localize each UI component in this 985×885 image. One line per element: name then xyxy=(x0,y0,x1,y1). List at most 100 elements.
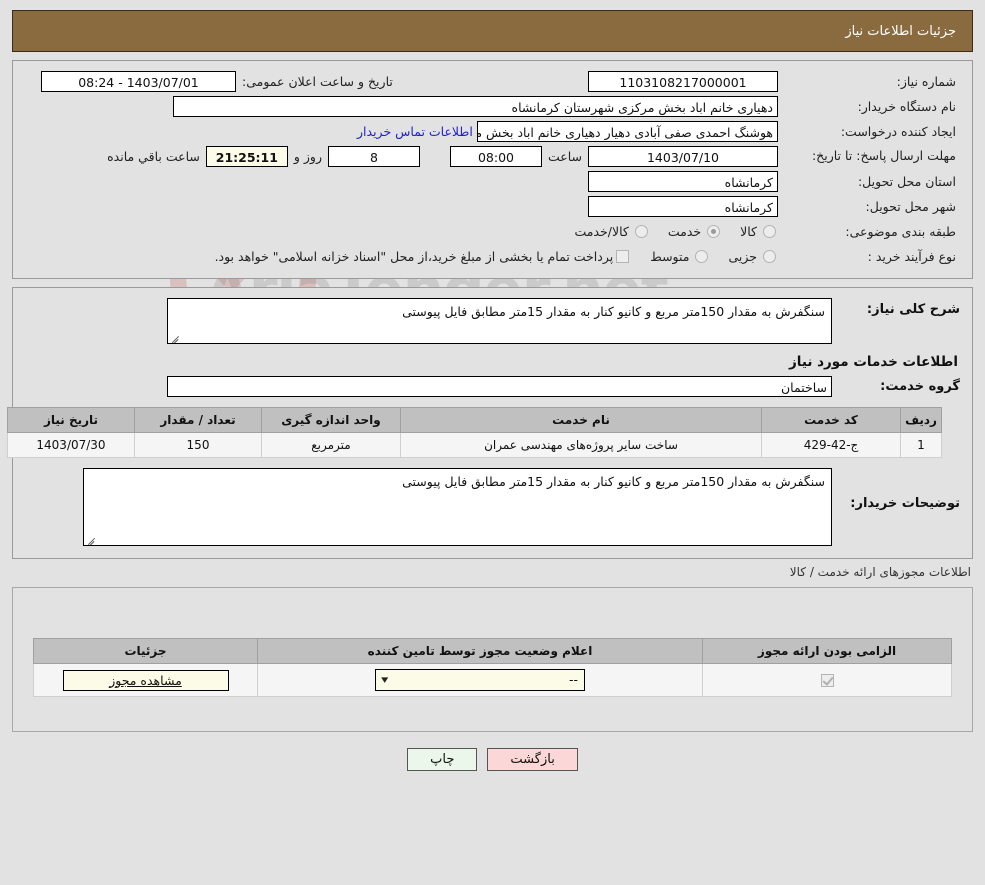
table-row: ▾ -- مشاهده مجوز xyxy=(34,664,952,697)
view-permit-button[interactable]: مشاهده مجوز xyxy=(63,670,229,691)
footer-actions: بازگشت چاپ xyxy=(0,748,985,771)
city-value: کرمانشاه xyxy=(588,196,778,217)
radio-kala-khedmat-icon[interactable] xyxy=(635,225,648,238)
col-unit: واحد اندازه گیری xyxy=(262,408,401,433)
page-title-bar: جزئیات اطلاعات نیاز xyxy=(12,10,973,52)
col-name: نام خدمت xyxy=(401,408,762,433)
cell-permit-required xyxy=(703,664,952,697)
buyer-org-label: نام دستگاه خریدار: xyxy=(778,99,962,114)
deadline-time-label: ساعت xyxy=(542,149,588,164)
buyer-notes-label: توضیحات خریدار: xyxy=(832,468,960,511)
permits-table: الزامی بودن ارائه مجوز اعلام وضعیت مجوز … xyxy=(33,638,952,697)
need-summary-panel: شماره نیاز: 1103108217000001 تاریخ و ساع… xyxy=(12,60,973,279)
general-desc-textarea[interactable]: سنگفرش به مقدار 150متر مربع و کانیو کنار… xyxy=(167,298,832,344)
province-label: استان محل تحویل: xyxy=(778,174,962,189)
radio-kala-icon[interactable] xyxy=(763,225,776,238)
permit-status-value: -- xyxy=(569,669,578,691)
row-need-number: شماره نیاز: 1103108217000001 تاریخ و ساع… xyxy=(23,70,962,92)
cell-code: ج-42-429 xyxy=(762,433,901,458)
cell-permit-details: مشاهده مجوز xyxy=(34,664,258,697)
category-option-kala-khedmat[interactable]: کالا/خدمت xyxy=(556,224,649,239)
process-option-motavaset-label: متوسط xyxy=(632,249,689,264)
row-creator: ایجاد کننده درخواست: هوشنگ احمدی صفی آبا… xyxy=(23,120,962,142)
cell-unit: مترمربع xyxy=(262,433,401,458)
islamic-treasury-checkbox[interactable] xyxy=(616,250,629,263)
creator-label: ایجاد کننده درخواست: xyxy=(778,124,962,139)
permits-caption: اطلاعات مجوزهای ارائه خدمت / کالا xyxy=(14,565,971,579)
row-deadline: مهلت ارسال پاسخ: تا تاریخ: 1403/07/10 سا… xyxy=(23,145,962,167)
resize-grip-icon-2[interactable] xyxy=(86,534,96,544)
process-option-motavaset[interactable]: متوسط xyxy=(632,249,710,264)
row-city: شهر محل تحویل: کرمانشاه xyxy=(23,195,962,217)
permit-status-select[interactable]: ▾ -- xyxy=(375,669,585,691)
remaining-days-value: 8 xyxy=(328,146,420,167)
col-permit-status: اعلام وضعیت مجوز توسط تامین کننده xyxy=(258,639,703,664)
permit-required-checkbox xyxy=(821,674,834,687)
row-category: طبقه بندی موضوعی: کالا خدمت کالا/خدمت xyxy=(23,220,962,242)
islamic-treasury-note: پرداخت تمام یا بخشی از مبلغ خرید،از محل … xyxy=(215,249,614,264)
row-buyer-notes: توضیحات خریدار: سنگفرش به مقدار 150متر م… xyxy=(25,468,960,546)
page-title: جزئیات اطلاعات نیاز xyxy=(845,24,956,39)
resize-grip-icon[interactable] xyxy=(170,332,180,342)
announce-value: 1403/07/01 - 08:24 xyxy=(41,71,236,92)
category-option-kala[interactable]: کالا xyxy=(722,224,778,239)
services-table: ردیف کد خدمت نام خدمت واحد اندازه گیری ت… xyxy=(7,407,942,458)
table-row: 1 ج-42-429 ساخت سایر پروژه‌های مهندسی عم… xyxy=(8,433,942,458)
category-label: طبقه بندی موضوعی: xyxy=(778,224,962,239)
remaining-time-label: ساعت باقي مانده xyxy=(101,149,206,164)
col-row: ردیف xyxy=(901,408,942,433)
print-button[interactable]: چاپ xyxy=(407,748,477,771)
service-group-value: ساختمان xyxy=(167,376,832,397)
row-process-type: نوع فرآیند خرید : جزیی متوسط پرداخت تمام… xyxy=(23,245,962,267)
radio-jozei-icon[interactable] xyxy=(763,250,776,263)
creator-value: هوشنگ احمدی صفی آبادی دهیار دهیاری خانم … xyxy=(477,121,778,142)
remaining-time-value: 21:25:11 xyxy=(206,146,288,167)
category-option-kala-khedmat-label: کالا/خدمت xyxy=(556,224,628,239)
col-qty: تعداد / مقدار xyxy=(135,408,262,433)
radio-motavaset-icon[interactable] xyxy=(695,250,708,263)
process-option-jozei-label: جزیی xyxy=(710,249,757,264)
col-date: تاریخ نیاز xyxy=(8,408,135,433)
buyer-notes-value: سنگفرش به مقدار 150متر مربع و کانیو کنار… xyxy=(402,474,825,489)
deadline-time-value: 08:00 xyxy=(450,146,542,167)
category-option-kala-label: کالا xyxy=(722,224,757,239)
services-heading: اطلاعات خدمات مورد نیاز xyxy=(25,354,958,370)
deadline-label: مهلت ارسال پاسخ: تا تاریخ: xyxy=(778,148,962,164)
cell-name: ساخت سایر پروژه‌های مهندسی عمران xyxy=(401,433,762,458)
permits-panel: الزامی بودن ارائه مجوز اعلام وضعیت مجوز … xyxy=(12,587,973,732)
buyer-notes-textarea[interactable]: سنگفرش به مقدار 150متر مربع و کانیو کنار… xyxy=(83,468,832,546)
category-option-khedmat[interactable]: خدمت xyxy=(650,224,722,239)
category-option-khedmat-label: خدمت xyxy=(650,224,701,239)
need-details-panel: شرح کلی نیاز: سنگفرش به مقدار 150متر مرب… xyxy=(12,287,973,559)
buyer-org-value: دهیاری خانم اباد بخش مرکزی شهرستان کرمان… xyxy=(173,96,778,117)
announce-label: تاریخ و ساعت اعلان عمومی: xyxy=(236,74,399,89)
need-number-label: شماره نیاز: xyxy=(778,74,962,89)
row-general-description: شرح کلی نیاز: سنگفرش به مقدار 150متر مرب… xyxy=(25,298,960,344)
buyer-contact-link[interactable]: اطلاعات تماس خریدار xyxy=(353,124,477,139)
general-desc-value: سنگفرش به مقدار 150متر مربع و کانیو کنار… xyxy=(402,304,825,319)
chevron-down-icon: ▾ xyxy=(381,669,388,691)
process-label: نوع فرآیند خرید : xyxy=(778,249,962,264)
permits-table-header-row: الزامی بودن ارائه مجوز اعلام وضعیت مجوز … xyxy=(34,639,952,664)
radio-khedmat-icon[interactable] xyxy=(707,225,720,238)
cell-qty: 150 xyxy=(135,433,262,458)
need-number-value: 1103108217000001 xyxy=(588,71,778,92)
remaining-days-label: روز و xyxy=(288,149,328,164)
province-value: کرمانشاه xyxy=(588,171,778,192)
cell-permit-status: ▾ -- xyxy=(258,664,703,697)
back-button[interactable]: بازگشت xyxy=(487,748,577,771)
service-group-label: گروه خدمت: xyxy=(832,379,960,394)
process-option-jozei[interactable]: جزیی xyxy=(710,249,778,264)
row-service-group: گروه خدمت: ساختمان xyxy=(25,376,960,397)
cell-row: 1 xyxy=(901,433,942,458)
cell-date: 1403/07/30 xyxy=(8,433,135,458)
col-code: کد خدمت xyxy=(762,408,901,433)
row-province: استان محل تحویل: کرمانشاه xyxy=(23,170,962,192)
row-buyer-org: نام دستگاه خریدار: دهیاری خانم اباد بخش … xyxy=(23,95,962,117)
col-permit-details: جزئیات xyxy=(34,639,258,664)
col-permit-required: الزامی بودن ارائه مجوز xyxy=(703,639,952,664)
general-desc-label: شرح کلی نیاز: xyxy=(832,298,960,317)
deadline-date-value: 1403/07/10 xyxy=(588,146,778,167)
services-table-header-row: ردیف کد خدمت نام خدمت واحد اندازه گیری ت… xyxy=(8,408,942,433)
city-label: شهر محل تحویل: xyxy=(778,199,962,214)
